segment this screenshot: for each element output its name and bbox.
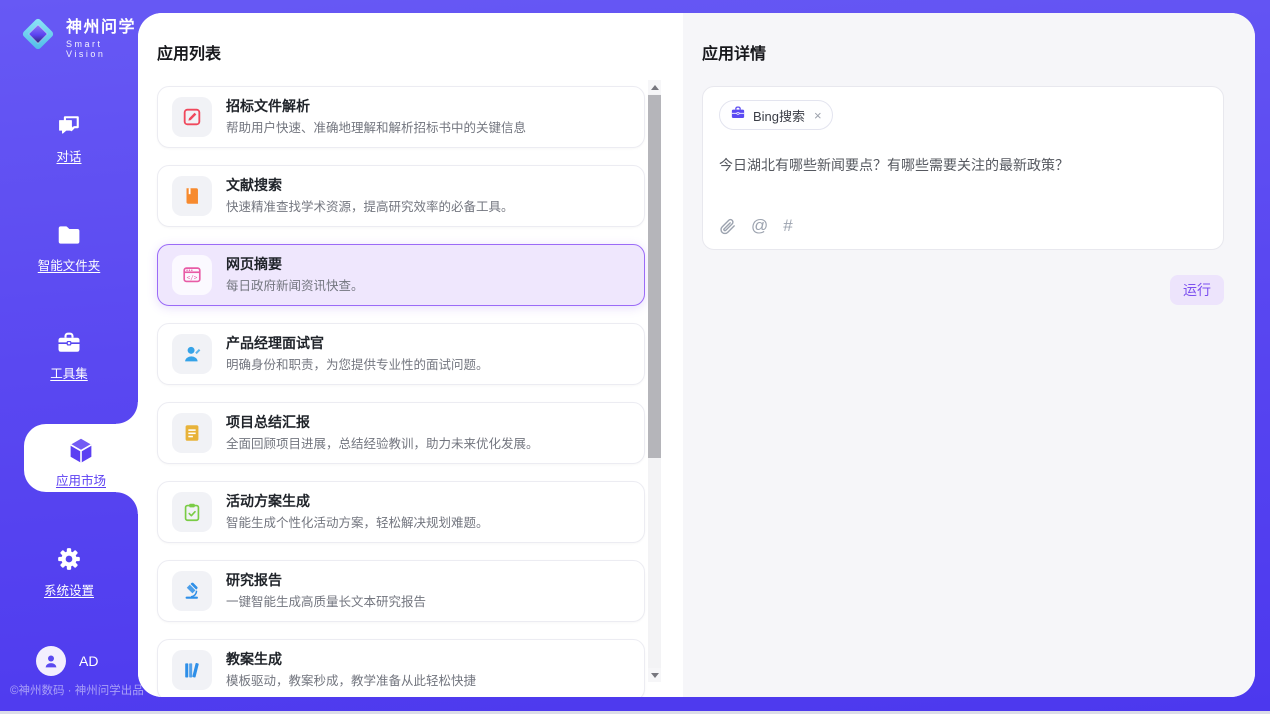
app-card-title: 项目总结汇报 (226, 414, 539, 431)
brand-subtitle: Smart Vision (66, 39, 138, 59)
attachment-toolbar: @# (719, 216, 793, 236)
person-icon (42, 652, 60, 670)
user-row[interactable]: AD (36, 646, 98, 676)
paperclip-icon[interactable] (719, 218, 736, 235)
app-card-desc: 快速精准查找学术资源，提高研究效率的必备工具。 (226, 199, 514, 215)
app-card-title: 网页摘要 (226, 256, 364, 273)
gear-icon (0, 546, 138, 576)
tool-chip-label: Bing搜索 (753, 106, 805, 125)
chat-icon (0, 112, 138, 142)
interviewer-icon (172, 334, 212, 374)
app-card-desc: 一键智能生成高质量长文本研究报告 (226, 594, 426, 610)
app-card-title: 活动方案生成 (226, 493, 489, 510)
app-card-title: 教案生成 (226, 651, 476, 668)
scrollbar[interactable] (648, 80, 661, 682)
triangle-down-icon (651, 673, 659, 678)
app-detail-title: 应用详情 (702, 40, 1224, 64)
sidebar-item-smart-folders[interactable]: 智能文件夹 (0, 221, 138, 275)
app-card-desc: 明确身份和职责，为您提供专业性的面试问题。 (226, 357, 489, 373)
app-card-title: 产品经理面试官 (226, 335, 489, 352)
sidebar-item-label: 智能文件夹 (38, 255, 101, 274)
sidebar-item-chat[interactable]: 对话 (0, 112, 138, 166)
app-card-title: 招标文件解析 (226, 98, 526, 115)
main-content: 应用列表 招标文件解析帮助用户快速、准确地理解和解析招标书中的关键信息文献搜索快… (138, 13, 1255, 697)
book-icon (172, 176, 212, 216)
clipboard-check-icon (172, 492, 212, 532)
web-code-icon: </> (172, 255, 212, 295)
sidebar-item-system-settings[interactable]: 系统设置 (0, 546, 138, 600)
avatar[interactable] (36, 646, 66, 676)
app-card[interactable]: 招标文件解析帮助用户快速、准确地理解和解析招标书中的关键信息 (157, 86, 645, 148)
sidebar-item-label: 系统设置 (44, 580, 94, 599)
books-icon (172, 650, 212, 690)
app-card[interactable]: 研究报告一键智能生成高质量长文本研究报告 (157, 560, 645, 622)
folder-icon (0, 221, 138, 251)
app-card-desc: 帮助用户快速、准确地理解和解析招标书中的关键信息 (226, 120, 526, 136)
scroll-down-button[interactable] (648, 668, 661, 682)
app-window: 神州问学 Smart Vision 对话智能文件夹工具集应用市场系统设置 AD … (0, 0, 1270, 714)
doc-edit-icon (172, 97, 212, 137)
app-card[interactable]: 文献搜索快速精准查找学术资源，提高研究效率的必备工具。 (157, 165, 645, 227)
microscope-icon (172, 571, 212, 611)
app-card-desc: 全面回顾项目进展，总结经验教训，助力未来优化发展。 (226, 436, 539, 452)
sidebar: 神州问学 Smart Vision 对话智能文件夹工具集应用市场系统设置 AD … (0, 0, 138, 714)
app-card-desc: 智能生成个性化活动方案，轻松解决规划难题。 (226, 515, 489, 531)
brand-name: 神州问学 (66, 13, 138, 37)
copyright-text: ©神州数码 · 神州问学出品 (10, 682, 144, 698)
close-icon[interactable]: × (814, 108, 822, 123)
app-card[interactable]: 活动方案生成智能生成个性化活动方案，轻松解决规划难题。 (157, 481, 645, 543)
brand-logo: 神州问学 Smart Vision (18, 13, 138, 59)
sidebar-item-app-market[interactable]: 应用市场 (24, 424, 138, 492)
scroll-up-button[interactable] (648, 80, 661, 94)
app-card[interactable]: 产品经理面试官明确身份和职责，为您提供专业性的面试问题。 (157, 323, 645, 385)
briefcase-icon (730, 105, 746, 126)
app-card-list: 招标文件解析帮助用户快速、准确地理解和解析招标书中的关键信息文献搜索快速精准查找… (157, 86, 645, 697)
app-card-title: 研究报告 (226, 572, 426, 589)
app-detail-panel: 应用详情 Bing搜索 × 今日湖北有哪些新闻要点？有哪些需要关注的最新政 (683, 13, 1255, 697)
toolbox-icon (0, 329, 138, 359)
app-card[interactable]: 项目总结汇报全面回顾项目进展，总结经验教训，助力未来优化发展。 (157, 402, 645, 464)
app-card-desc: 模板驱动，教案秒成，教学准备从此轻松快捷 (226, 673, 476, 689)
app-card[interactable]: </> 网页摘要每日政府新闻资讯快查。 (157, 244, 645, 306)
sidebar-item-label: 应用市场 (56, 470, 106, 489)
app-list-title: 应用列表 (157, 40, 683, 64)
prompt-card: Bing搜索 × 今日湖北有哪些新闻要点？有哪些需要关注的最新政策？ @# (702, 86, 1224, 250)
app-card-title: 文献搜索 (226, 177, 514, 194)
app-list-panel: 应用列表 招标文件解析帮助用户快速、准确地理解和解析招标书中的关键信息文献搜索快… (138, 13, 683, 697)
user-initials: AD (79, 653, 98, 669)
hash-icon[interactable]: # (783, 216, 792, 236)
app-card[interactable]: 教案生成模板驱动，教案秒成，教学准备从此轻松快捷 (157, 639, 645, 697)
triangle-up-icon (651, 85, 659, 90)
scrollbar-thumb[interactable] (648, 95, 661, 458)
svg-text:</>: </> (187, 274, 198, 281)
sidebar-item-label: 对话 (56, 146, 81, 165)
sidebar-item-toolset[interactable]: 工具集 (0, 329, 138, 383)
run-button[interactable]: 运行 (1170, 275, 1224, 305)
tool-chip-bing-search[interactable]: Bing搜索 × (719, 100, 833, 130)
query-text[interactable]: 今日湖北有哪些新闻要点？有哪些需要关注的最新政策？ (719, 155, 1207, 175)
sidebar-item-label: 工具集 (50, 363, 88, 382)
brand-diamond-icon (18, 14, 58, 59)
at-icon[interactable]: @ (751, 216, 768, 236)
cube-icon (24, 436, 138, 466)
doc-lines-icon (172, 413, 212, 453)
app-card-desc: 每日政府新闻资讯快查。 (226, 278, 364, 294)
